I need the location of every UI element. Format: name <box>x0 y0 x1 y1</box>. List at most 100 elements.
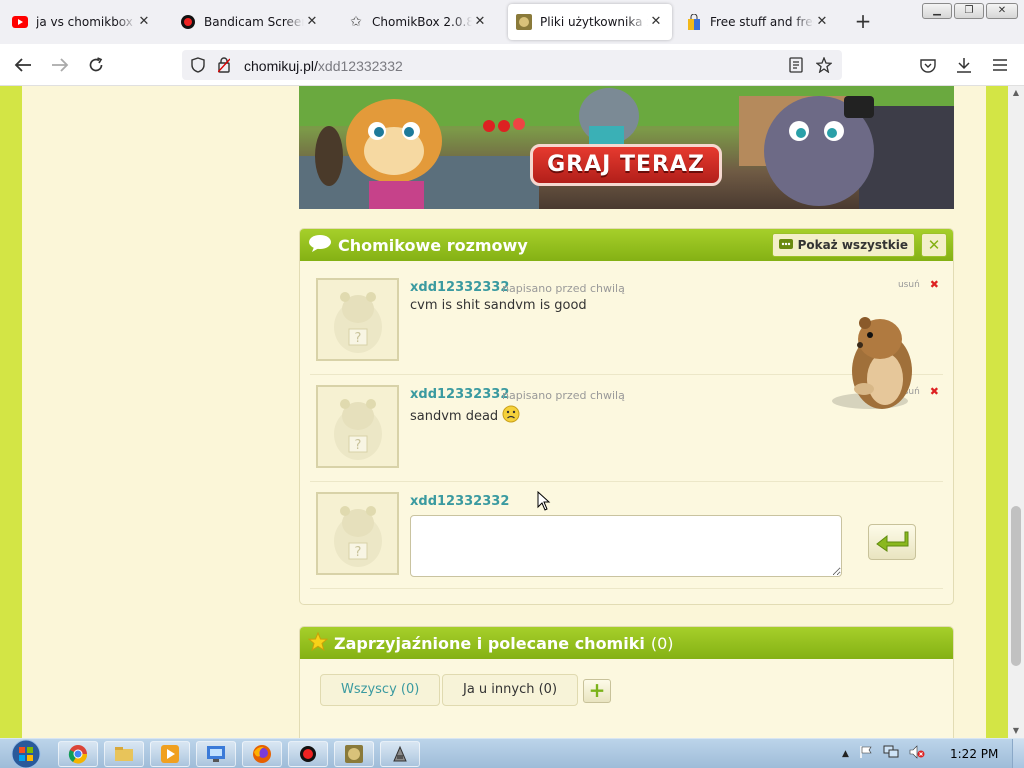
taskbar-explorer-icon[interactable] <box>104 741 144 767</box>
reader-view-icon[interactable] <box>786 55 806 75</box>
tab-close-icon[interactable]: ✕ <box>472 14 488 30</box>
taskbar-chomikbox-icon[interactable] <box>334 741 374 767</box>
chomikbox-icon: ✩ <box>350 14 362 30</box>
tab-label: ja vs chomikbox - Yo <box>36 15 136 29</box>
friends-box: Zaprzyjaźnione i polecane chomiki (0) Ws… <box>299 626 954 738</box>
friends-box-title: Zaprzyjaźnione i polecane chomiki <box>334 633 645 653</box>
taskbar-firefox-icon[interactable] <box>242 741 282 767</box>
show-desktop-button[interactable] <box>1012 739 1024 768</box>
add-friend-plus-icon[interactable]: + <box>583 679 611 703</box>
filter-all-button[interactable]: Wszyscy (0) <box>320 674 441 706</box>
network-icon[interactable] <box>883 745 899 762</box>
message-text: cvm is shit sandvm is good <box>410 298 587 313</box>
sad-face-icon <box>502 405 520 427</box>
star-icon <box>307 631 329 655</box>
window-controls: ▁ ❐ ✕ <box>922 3 1018 19</box>
hamster-mascot-icon <box>830 309 920 419</box>
chat-box: Chomikowe rozmowy Pokaż wszystkie ✕ ? xd… <box>299 228 954 605</box>
page-scrollbar[interactable]: ▲ ▼ <box>1008 86 1024 738</box>
show-all-button[interactable]: Pokaż wszystkie <box>771 233 915 257</box>
browser-tab-bar: ja vs chomikbox - Yo ✕ Bandicam Screen R… <box>0 0 1024 44</box>
address-bar[interactable]: chomikuj.pl/xdd12332332 <box>182 50 842 80</box>
tab-label: Free stuff and free sh <box>710 15 814 29</box>
hamster-avatar-icon[interactable]: ? <box>316 385 399 468</box>
reply-row: ? xdd12332332 <box>310 482 943 589</box>
delete-message[interactable]: usuń ✖ <box>898 278 939 291</box>
tracking-shield-icon[interactable] <box>188 55 208 75</box>
menu-hamburger-icon[interactable] <box>990 55 1010 75</box>
tab-label: ChomikBox 2.0.8.2 - D <box>372 15 472 29</box>
game-banner-ad[interactable]: GRAJ TERAZ <box>299 86 954 209</box>
tab-bandicam[interactable]: Bandicam Screen Rec ✕ <box>172 4 328 40</box>
tab-label: Pliki użytkownika xdd <box>540 15 648 29</box>
restore-window-icon[interactable]: ❐ <box>954 3 984 19</box>
taskbar-bandicam-icon[interactable] <box>288 741 328 767</box>
svg-text:?: ? <box>354 438 361 453</box>
mouse-cursor-icon <box>537 490 551 511</box>
delete-x-icon[interactable]: ✖ <box>930 385 939 398</box>
page-viewport: GRAJ TERAZ Chomikowe rozmowy Pokaż wszys… <box>0 86 1008 738</box>
tab-close-icon[interactable]: ✕ <box>304 14 320 30</box>
scroll-down-arrow-icon[interactable]: ▼ <box>1008 724 1024 738</box>
tab-close-icon[interactable]: ✕ <box>136 14 152 30</box>
reload-icon[interactable] <box>86 55 106 75</box>
friends-box-header: Zaprzyjaźnione i polecane chomiki (0) <box>300 627 953 659</box>
downloads-icon[interactable] <box>954 55 974 75</box>
show-hidden-icons-arrow-icon[interactable]: ▲ <box>842 749 849 759</box>
browser-nav-bar: chomikuj.pl/xdd12332332 <box>0 44 1024 86</box>
friends-count: (0) <box>650 633 674 653</box>
tab-chomikuj-active[interactable]: Pliki użytkownika xdd ✕ <box>508 4 672 40</box>
tab-label: Bandicam Screen Rec <box>204 15 304 29</box>
taskbar-chrome-icon[interactable] <box>58 741 98 767</box>
pocket-icon[interactable] <box>918 55 938 75</box>
filter-me-at-others-button[interactable]: Ja u innych (0) <box>442 674 579 706</box>
speech-bubble-icon <box>308 234 332 256</box>
message-author-link[interactable]: xdd12332332 <box>410 280 509 295</box>
url-text[interactable]: chomikuj.pl/xdd12332332 <box>244 58 403 74</box>
bookmark-star-icon[interactable] <box>814 55 834 75</box>
windows-taskbar: ▲ 1:22 PM <box>0 738 1024 768</box>
taskbar-media-player-icon[interactable] <box>150 741 190 767</box>
tab-close-icon[interactable]: ✕ <box>648 14 664 30</box>
play-now-button[interactable]: GRAJ TERAZ <box>530 144 722 186</box>
site-info-icon[interactable] <box>214 55 234 75</box>
minimize-window-icon[interactable]: ▁ <box>922 3 952 19</box>
new-tab-plus-icon[interactable]: + <box>853 11 873 32</box>
hamster-avatar-icon[interactable]: ? <box>316 278 399 361</box>
send-reply-button[interactable] <box>868 524 916 560</box>
reply-textarea[interactable] <box>410 515 842 577</box>
message-author-link[interactable]: xdd12332332 <box>410 387 509 402</box>
delete-x-icon[interactable]: ✖ <box>930 278 939 291</box>
close-chat-box-icon[interactable]: ✕ <box>921 233 947 257</box>
action-center-flag-icon[interactable] <box>859 745 873 762</box>
start-button[interactable] <box>8 739 44 768</box>
windows-logo-icon <box>11 739 41 768</box>
tab-free-stuff[interactable]: Free stuff and free sh ✕ <box>678 4 838 40</box>
taskbar-app-icon[interactable] <box>380 741 420 767</box>
taskbar-clock[interactable]: 1:22 PM <box>950 747 998 761</box>
back-arrow-icon[interactable] <box>13 55 33 75</box>
system-tray: ▲ <box>842 745 925 762</box>
enter-arrow-icon <box>875 530 909 555</box>
scrollbar-thumb[interactable] <box>1011 506 1021 666</box>
scroll-up-arrow-icon[interactable]: ▲ <box>1008 86 1024 100</box>
message-timestamp: napisano przed chwilą <box>502 282 625 295</box>
tab-chomikbox[interactable]: ✩ ChomikBox 2.0.8.2 - D ✕ <box>340 4 496 40</box>
taskbar-control-panel-icon[interactable] <box>196 741 236 767</box>
svg-text:?: ? <box>354 331 361 346</box>
chat-box-header: Chomikowe rozmowy Pokaż wszystkie ✕ <box>300 229 953 261</box>
tab-close-icon[interactable]: ✕ <box>814 14 830 30</box>
message-text: sandvm dead <box>410 405 520 427</box>
shopping-bag-icon <box>686 14 702 30</box>
tab-youtube[interactable]: ja vs chomikbox - Yo ✕ <box>4 4 160 40</box>
forward-arrow-icon[interactable] <box>50 55 70 75</box>
volume-muted-icon[interactable] <box>909 745 925 762</box>
chat-box-title: Chomikowe rozmowy <box>338 235 528 255</box>
close-window-icon[interactable]: ✕ <box>986 3 1018 19</box>
svg-text:?: ? <box>354 545 361 560</box>
youtube-icon <box>12 14 28 30</box>
show-all-label: Pokaż wszystkie <box>797 238 908 252</box>
reply-author-link[interactable]: xdd12332332 <box>410 494 509 509</box>
chomikuj-icon <box>516 14 532 30</box>
hamster-avatar-icon[interactable]: ? <box>316 492 399 575</box>
